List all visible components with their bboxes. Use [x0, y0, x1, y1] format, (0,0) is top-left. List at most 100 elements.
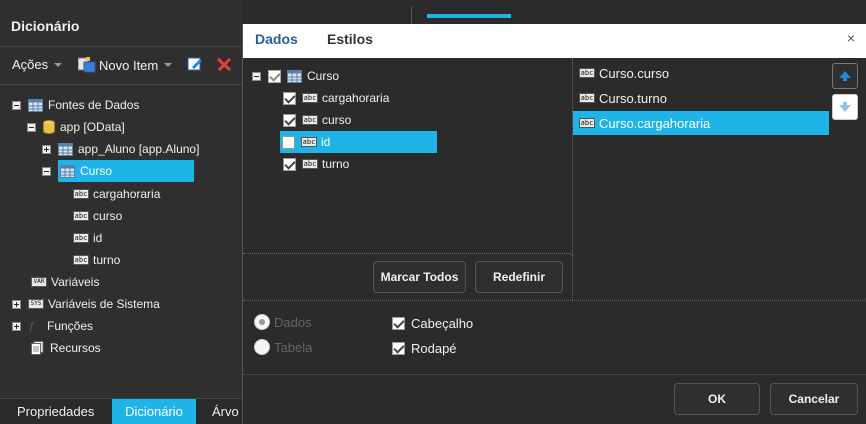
background-strip	[242, 0, 866, 24]
arrow-up-icon	[839, 71, 851, 81]
new-item-label: Novo Item	[99, 57, 159, 73]
reset-button[interactable]: Redefinir	[475, 261, 563, 293]
text-field-icon: abc	[73, 189, 89, 199]
radio-label: Tabela	[274, 339, 313, 355]
column-item-curso[interactable]: abc curso	[283, 109, 351, 131]
tree-field-curso[interactable]: abc curso	[73, 206, 122, 226]
new-item-menu[interactable]: Novo Item	[78, 57, 173, 73]
column-label: id	[321, 135, 331, 149]
text-field-icon: abc	[579, 118, 595, 128]
collapse-icon[interactable]	[252, 71, 261, 81]
ok-button[interactable]: OK	[674, 383, 760, 415]
footer-checkbox[interactable]	[392, 342, 405, 355]
chevron-down-icon	[54, 62, 63, 67]
tree-item-resources[interactable]: Recursos	[31, 338, 101, 358]
expand-icon[interactable]	[12, 299, 21, 309]
column-checkbox[interactable]	[283, 157, 296, 171]
expand-icon[interactable]	[12, 321, 21, 331]
collapse-icon[interactable]	[42, 166, 51, 176]
text-field-icon: abc	[302, 93, 318, 103]
tree-item-label: cargahoraria	[93, 187, 161, 201]
tree-item-label: Funções	[47, 319, 94, 333]
tree-item-data-sources[interactable]: Fontes de Dados	[12, 95, 139, 115]
text-field-icon: abc	[73, 255, 89, 265]
order-label: Curso.turno	[599, 90, 667, 106]
tree-field-cargahoraria[interactable]: abc cargahoraria	[73, 184, 160, 204]
tree-item-label: Fontes de Dados	[48, 98, 140, 112]
active-tab-indicator	[427, 14, 511, 18]
move-down-button[interactable]	[832, 94, 858, 120]
actions-menu[interactable]: Ações	[12, 57, 63, 72]
column-item-turno[interactable]: abc turno	[283, 153, 349, 175]
expand-icon[interactable]	[42, 144, 51, 154]
tree-item-variables[interactable]: VAR Variáveis	[31, 272, 99, 292]
option-label: Cabeçalho	[411, 316, 474, 331]
collapse-icon[interactable]	[12, 100, 21, 110]
tree-field-turno[interactable]: abc turno	[73, 250, 120, 270]
tab-tree[interactable]: Árvo	[206, 399, 245, 424]
column-group-label: Curso	[307, 69, 340, 83]
move-up-button[interactable]	[832, 63, 858, 89]
resources-icon	[31, 341, 44, 355]
tree-item-label: Variáveis	[51, 275, 100, 289]
footer-option[interactable]: Rodapé	[392, 341, 457, 356]
header-option[interactable]: Cabeçalho	[392, 316, 473, 331]
mark-all-button[interactable]: Marcar Todos	[373, 261, 466, 293]
table-icon	[28, 98, 43, 112]
tree-item-curso[interactable]: Curso	[42, 160, 194, 182]
selected-row[interactable]: Curso	[58, 160, 194, 182]
order-item-curso[interactable]: abc Curso.curso	[573, 61, 669, 85]
radio-button[interactable]	[254, 339, 270, 355]
tree-item-system-variables[interactable]: SYS Variáveis de Sistema	[12, 294, 160, 314]
column-group-curso[interactable]: Curso	[252, 65, 339, 87]
text-field-icon: abc	[73, 233, 89, 243]
new-item-icon	[78, 57, 96, 73]
column-label: curso	[322, 113, 352, 127]
radio-button[interactable]	[254, 314, 270, 330]
column-checkbox[interactable]	[282, 135, 295, 149]
cancel-button[interactable]: Cancelar	[770, 383, 858, 415]
tree-field-id[interactable]: abc id	[73, 228, 102, 248]
collapse-icon[interactable]	[27, 122, 36, 132]
tree-item-label: Recursos	[50, 341, 101, 355]
radio-tabela[interactable]: Tabela	[254, 339, 312, 355]
delete-icon[interactable]	[216, 56, 232, 72]
text-field-icon: abc	[579, 68, 595, 78]
column-item-id[interactable]: abc id	[280, 131, 437, 153]
tab-estilos[interactable]: Estilos	[327, 31, 373, 47]
tab-dictionary[interactable]: Dicionário	[112, 399, 196, 424]
dictionary-toolbar: Ações Novo Item	[0, 47, 242, 83]
function-icon: ƒ	[28, 319, 35, 333]
close-icon[interactable]: ×	[847, 30, 855, 46]
text-field-icon: abc	[73, 211, 89, 221]
header-checkbox[interactable]	[392, 317, 405, 330]
table-icon	[58, 142, 73, 156]
column-order-panel: abc Curso.curso abc Curso.turno abc Curs…	[573, 58, 866, 300]
tree-item-app-aluno[interactable]: app_Aluno [app.Aluno]	[42, 139, 199, 159]
column-checkbox[interactable]	[283, 91, 296, 105]
divider	[0, 84, 242, 85]
order-item-turno[interactable]: abc Curso.turno	[573, 86, 667, 110]
group-checkbox[interactable]	[268, 69, 281, 83]
column-label: cargahoraria	[322, 91, 390, 105]
tab-properties[interactable]: Propriedades	[11, 399, 100, 424]
tree-item-app[interactable]: app [OData]	[27, 117, 125, 137]
radio-dados[interactable]: Dados	[254, 314, 312, 330]
variable-icon: VAR	[31, 277, 47, 287]
table-icon	[60, 164, 75, 178]
tab-dados[interactable]: Dados	[255, 31, 298, 47]
table-icon	[287, 69, 302, 83]
bottom-tab-bar: Propriedades Dicionário Árvo	[0, 398, 242, 424]
column-item-cargahoraria[interactable]: abc cargahoraria	[283, 87, 389, 109]
system-variable-icon: SYS	[28, 299, 44, 309]
chevron-down-icon	[164, 63, 173, 67]
text-field-icon: abc	[301, 137, 317, 147]
order-label: Curso.curso	[599, 65, 670, 81]
column-checkbox[interactable]	[283, 113, 296, 127]
tree-item-label: Variáveis de Sistema	[48, 297, 160, 311]
tree-item-label: app_Aluno [app.Aluno]	[78, 142, 200, 156]
tree-item-label: id	[93, 231, 103, 245]
edit-icon[interactable]	[187, 56, 203, 72]
tree-item-functions[interactable]: ƒ Funções	[12, 316, 93, 336]
order-item-cargahoraria[interactable]: abc Curso.cargahoraria	[573, 111, 829, 135]
